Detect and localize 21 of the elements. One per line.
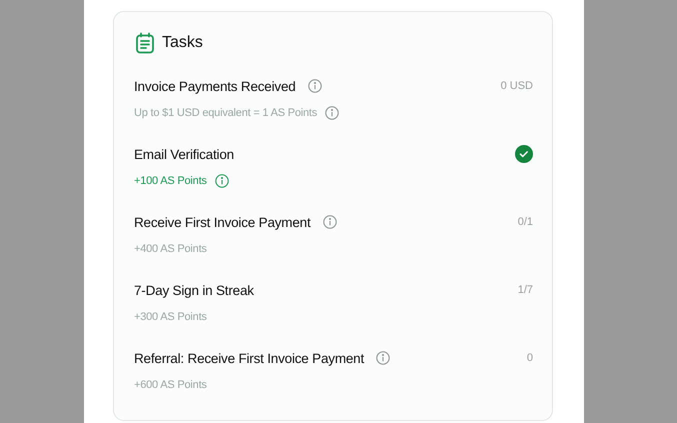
- task-title: 7-Day Sign in Streak: [134, 282, 254, 298]
- task-reward: +400 AS Points: [134, 243, 207, 255]
- task-title: Referral: Receive First Invoice Payment: [134, 350, 364, 366]
- task-progress: 0 USD: [500, 80, 533, 92]
- info-icon[interactable]: [214, 174, 229, 188]
- task-progress: 1/7: [518, 284, 533, 296]
- task-title: Email Verification: [134, 146, 234, 162]
- notepad-icon: [134, 32, 156, 54]
- task-title: Receive First Invoice Payment: [134, 214, 311, 230]
- info-icon[interactable]: [322, 215, 337, 229]
- info-icon[interactable]: [376, 351, 390, 365]
- info-icon[interactable]: [308, 79, 322, 93]
- task-reward: Up to $1 USD equivalent = 1 AS Points: [134, 107, 318, 119]
- task-progress: 0/1: [518, 216, 533, 228]
- task-reward: +600 AS Points: [134, 379, 207, 391]
- task-title: Invoice Payments Received: [134, 78, 296, 94]
- task-progress: 0: [526, 352, 533, 364]
- task-reward: +100 AS Points: [134, 175, 207, 187]
- card-title: Tasks: [162, 34, 203, 52]
- task-reward: +300 AS Points: [134, 311, 207, 323]
- info-icon[interactable]: [325, 106, 340, 120]
